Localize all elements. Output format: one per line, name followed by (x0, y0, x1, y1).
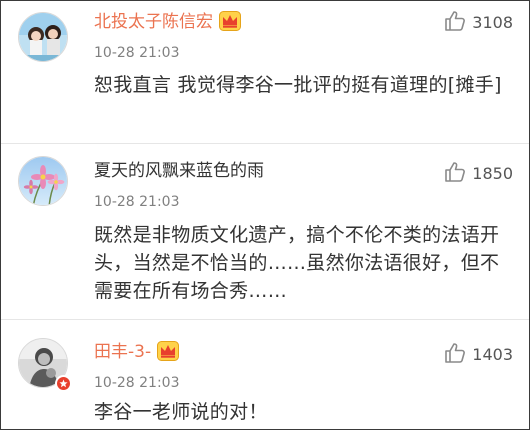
thumbs-up-icon (444, 342, 466, 368)
crown-icon (157, 341, 180, 367)
comment-time: 10-28 21:03 (94, 45, 180, 61)
comment-text: 既然是非物质文化遗产，搞个不伦不类的法语开头，当然是不恰当的……虽然你法语很好，… (94, 224, 500, 302)
comment-list: 北投太子陈信宏 10-28 21:03 恕我直言 我觉得李谷一批评的挺有道理的[… (0, 0, 530, 430)
username-text: 夏天的风飘来蓝色的雨 (94, 161, 264, 181)
like-count: 1850 (472, 164, 513, 183)
comment-item: 田丰-3- 10-28 21:03 李谷一老师说的对！ 1403 (1, 320, 529, 429)
thumbs-up-icon (444, 10, 466, 36)
like-count: 1403 (472, 345, 513, 364)
comment-text: 恕我直言 我觉得李谷一批评的挺有道理的[摊手] (94, 74, 502, 96)
comment-item: 北投太子陈信宏 10-28 21:03 恕我直言 我觉得李谷一批评的挺有道理的[… (1, 1, 529, 144)
username-link[interactable]: 夏天的风飘来蓝色的雨 (94, 160, 264, 182)
crown-icon (219, 11, 241, 37)
comment-time: 10-28 21:03 (94, 194, 180, 210)
comment-text: 李谷一老师说的对！ (94, 401, 268, 423)
verified-badge-icon (55, 375, 72, 392)
like-button[interactable]: 1403 (444, 342, 513, 368)
thumbs-up-icon (444, 161, 466, 187)
username-text: 北投太子陈信宏 (94, 12, 213, 32)
username-text: 田丰-3- (94, 342, 152, 362)
username-link[interactable]: 田丰-3- (94, 341, 180, 367)
avatar[interactable] (18, 12, 68, 62)
like-button[interactable]: 3108 (444, 10, 513, 36)
username-link[interactable]: 北投太子陈信宏 (94, 11, 241, 37)
like-count: 3108 (472, 13, 513, 32)
avatar[interactable] (18, 156, 68, 206)
like-button[interactable]: 1850 (444, 161, 513, 187)
comment-item: 夏天的风飘来蓝色的雨 10-28 21:03 既然是非物质文化遗产，搞个不伦不类… (1, 144, 529, 320)
comment-time: 10-28 21:03 (94, 375, 180, 391)
